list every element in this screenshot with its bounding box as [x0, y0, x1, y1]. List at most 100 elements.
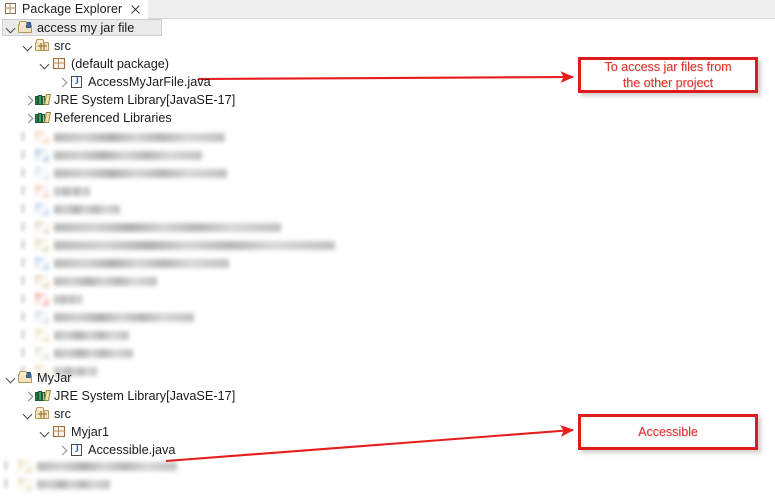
chevron-right-icon[interactable] [21, 150, 25, 159]
tree-item-icon-obscured [35, 347, 49, 360]
chevron-down-icon[interactable] [21, 37, 34, 54]
chevron-right-icon[interactable] [21, 387, 34, 404]
chevron-down-icon[interactable] [4, 19, 17, 36]
book-icon [43, 112, 51, 123]
chevron-right-icon[interactable] [55, 73, 68, 90]
tree-item-label: AccessMyJarFile.java [88, 74, 211, 89]
library-icon [34, 388, 51, 404]
tree-item-obscured[interactable] [21, 346, 140, 361]
close-icon[interactable] [130, 4, 141, 15]
tree-item-obscured[interactable] [21, 148, 209, 163]
callout-text: To access jar files from the other proje… [604, 60, 732, 90]
library-icon [34, 110, 51, 126]
chevron-down-icon[interactable] [38, 423, 51, 440]
library-icon [34, 92, 51, 108]
source-folder-icon [34, 406, 51, 422]
tree-item-obscured[interactable] [21, 184, 97, 199]
java-file-icon: J [68, 442, 85, 458]
tree-item-referenced-libraries[interactable]: Referenced Libraries [21, 109, 172, 126]
tab-package-explorer[interactable]: Package Explorer [0, 0, 149, 19]
tree-item-label: src [54, 38, 71, 53]
tree-item-myjar1[interactable]: Myjar1 [38, 423, 109, 440]
chevron-right-icon[interactable] [21, 204, 25, 213]
chevron-right-icon[interactable] [21, 186, 25, 195]
arrow-to-accessible [165, 425, 575, 463]
tree-item-obscured[interactable] [21, 256, 236, 271]
project-badge-icon [26, 371, 31, 378]
tree-item-icon-obscured [35, 185, 49, 198]
tree-item-icon-obscured [35, 149, 49, 162]
tree-item-icon-obscured [35, 257, 49, 270]
chevron-right-icon[interactable] [21, 240, 25, 249]
chevron-right-icon[interactable] [21, 330, 25, 339]
tree-item-jre-system-library-2[interactable]: JRE System Library [JavaSE-17] [21, 387, 235, 404]
tree-item-obscured[interactable] [21, 202, 127, 217]
tree-item-label: access my jar file [37, 20, 135, 35]
tree-item-obscured[interactable] [21, 166, 234, 181]
chevron-right-icon[interactable] [21, 258, 25, 267]
tab-label: Package Explorer [22, 2, 123, 16]
tree-item-icon-obscured [35, 311, 49, 324]
tree-item-label-obscured [54, 295, 82, 304]
chevron-right-icon[interactable] [4, 461, 8, 470]
chevron-down-icon[interactable] [4, 369, 17, 386]
tree-item-obscured[interactable] [21, 274, 164, 289]
tree-item-access-my-jar-file[interactable]: access my jar file [2, 19, 162, 36]
tree-item-label-obscured [37, 480, 110, 489]
chevron-right-icon[interactable] [21, 168, 25, 177]
arrow-to-access-jar [197, 71, 575, 83]
chevron-down-icon[interactable] [38, 55, 51, 72]
callout-accessible: Accessible [578, 414, 758, 450]
tree-item-accessible-java[interactable]: J Accessible.java [55, 441, 175, 458]
tree-item-obscured[interactable] [4, 459, 184, 474]
callout-access-jar: To access jar files from the other proje… [578, 57, 758, 93]
source-grid-icon [38, 42, 47, 50]
tree-item-default-package[interactable]: (default package) [38, 55, 169, 72]
chevron-right-icon[interactable] [21, 91, 34, 108]
tree-item-accessmyjarfile-java[interactable]: J AccessMyJarFile.java [55, 73, 211, 90]
tree-item-obscured[interactable] [21, 292, 89, 307]
tree-item-obscured[interactable] [21, 220, 288, 235]
tree-item-label: src [54, 406, 71, 421]
tree-item-label-obscured [54, 259, 229, 268]
tree-item-icon-obscured [35, 131, 49, 144]
chevron-right-icon[interactable] [21, 276, 25, 285]
tree-item-obscured[interactable] [4, 477, 117, 492]
tree-item-myjar[interactable]: MyJar [4, 369, 72, 386]
tab-strip-background [113, 0, 775, 19]
tree-item-label: Myjar1 [71, 424, 110, 439]
tree-item-icon-obscured [18, 478, 32, 491]
tree-item-obscured[interactable] [21, 328, 136, 343]
tree-item-jre-system-library-1[interactable]: JRE System Library [JavaSE-17] [21, 91, 235, 108]
tree-item-src-2[interactable]: src [21, 405, 71, 422]
chevron-right-icon[interactable] [21, 222, 25, 231]
chevron-right-icon[interactable] [4, 479, 8, 488]
tree-item-icon-obscured [35, 329, 49, 342]
java-letter-icon: J [74, 444, 80, 454]
package-explorer-view: Package Explorer access my jar file src (d… [0, 0, 775, 502]
chevron-right-icon[interactable] [21, 294, 25, 303]
tree-item-label-obscured [54, 133, 225, 142]
tree-item-label-obscured [54, 187, 90, 196]
tab-bar: Package Explorer [0, 0, 775, 19]
chevron-right-icon[interactable] [21, 312, 25, 321]
chevron-right-icon[interactable] [55, 441, 68, 458]
chevron-right-icon[interactable] [21, 132, 25, 141]
package-icon [51, 56, 68, 72]
tree-item-suffix: [JavaSE-17] [166, 92, 236, 107]
tree-item-icon-obscured [35, 293, 49, 306]
java-project-icon [17, 20, 34, 36]
source-grid-icon [38, 410, 47, 418]
tree-item-obscured[interactable] [21, 238, 342, 253]
tree-item-icon-obscured [35, 239, 49, 252]
tree-item-suffix: [JavaSE-17] [166, 388, 236, 403]
tree-item-obscured[interactable] [21, 130, 232, 145]
tree-item-src-1[interactable]: src [21, 37, 71, 54]
tree-item-icon-obscured [18, 460, 32, 473]
chevron-down-icon[interactable] [21, 405, 34, 422]
chevron-right-icon[interactable] [21, 109, 34, 126]
project-badge-icon [26, 21, 31, 28]
tree-item-obscured[interactable] [21, 310, 201, 325]
callout-text: Accessible [638, 425, 698, 439]
chevron-right-icon[interactable] [21, 348, 25, 357]
